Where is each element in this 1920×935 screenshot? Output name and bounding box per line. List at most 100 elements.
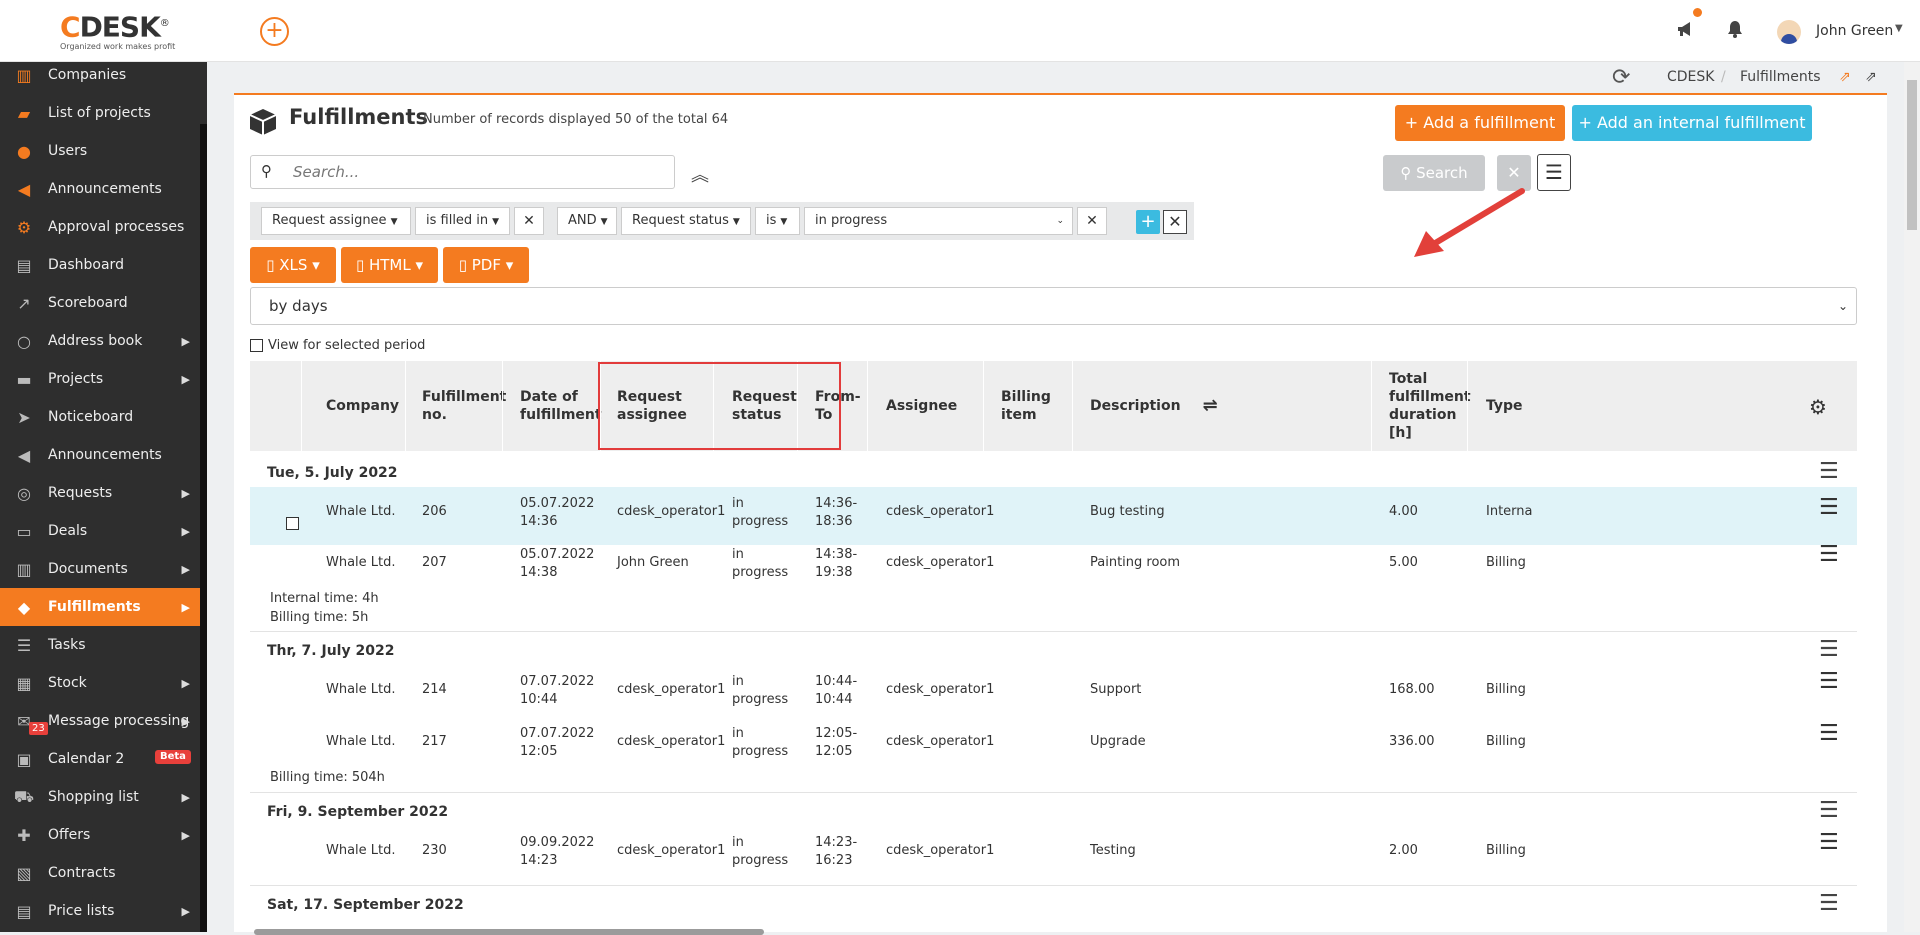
table-row[interactable]: Whale Ltd. 206 05.07.2022 14:36 cdesk_ope… xyxy=(250,487,1857,545)
filter-value-select[interactable]: in progress ⌄ xyxy=(804,207,1073,235)
bell-icon[interactable] xyxy=(1727,20,1743,43)
external-link-icon[interactable]: ⇗ xyxy=(1865,69,1877,85)
row-menu-icon[interactable]: ☰ xyxy=(1819,671,1839,693)
export-html-button[interactable]: ▯ HTML ▾ xyxy=(341,247,438,283)
col-assignee[interactable]: Assignee xyxy=(886,361,957,451)
sidebar-item-approval-processes[interactable]: ⚙ Approval processes xyxy=(0,208,200,246)
table-row[interactable]: Whale Ltd. 217 07.07.2022 12:05 cdesk_ope… xyxy=(250,717,1857,775)
sidebar-item-address-book[interactable]: ○ Address book ▶ xyxy=(0,322,200,360)
row-menu-icon[interactable]: ☰ xyxy=(1819,723,1839,745)
search-button[interactable]: ⚲ Search xyxy=(1383,155,1485,191)
add-fulfillment-button[interactable]: + Add a fulfillment xyxy=(1395,105,1565,141)
table-row[interactable]: Whale Ltd. 214 07.07.2022 10:44 cdesk_ope… xyxy=(250,665,1857,723)
sidebar-item-label: Stock xyxy=(48,675,87,691)
search-input[interactable] xyxy=(291,162,651,182)
view-selected-period-checkbox[interactable]: View for selected period xyxy=(250,338,425,353)
scrollbar-thumb[interactable] xyxy=(1907,80,1917,230)
row-menu-icon[interactable]: ☰ xyxy=(1819,798,1839,823)
row-menu-icon[interactable]: ☰ xyxy=(1819,497,1839,519)
add-filter-button[interactable]: + xyxy=(1136,210,1160,234)
sidebar-item-deals[interactable]: ▭ Deals ▶ xyxy=(0,512,200,550)
wrap-text-icon[interactable]: ⇌ xyxy=(1203,397,1218,415)
vertical-scrollbar[interactable] xyxy=(1904,62,1920,932)
remove-filter-button[interactable]: ✕ xyxy=(514,207,544,235)
close-filters-button[interactable]: ✕ xyxy=(1163,210,1187,234)
breadcrumb-item-cdesk[interactable]: CDESK xyxy=(1667,69,1714,85)
sidebar-item-contracts[interactable]: ▧ Contracts xyxy=(0,854,200,892)
remove-filter-button[interactable]: ✕ xyxy=(1077,207,1107,235)
sidebar-item-list-of-projects[interactable]: ▰ List of projects xyxy=(0,94,200,132)
sidebar-item-documents[interactable]: ▥ Documents ▶ xyxy=(0,550,200,588)
sidebar-item-calendar-2[interactable]: ▣ Calendar 2 Beta xyxy=(0,740,200,778)
export-xls-button[interactable]: ▯ XLS ▾ xyxy=(250,247,336,283)
sidebar-item-message-processing[interactable]: ✉ 23 Message processing ▶ xyxy=(0,702,200,740)
sidebar-item-fulfillments[interactable]: ◆ Fulfillments ▶ xyxy=(0,588,200,626)
sidebar-item-shopping-list[interactable]: ⛟ Shopping list ▶ xyxy=(0,778,200,816)
col-description[interactable]: Description ⇌ xyxy=(1090,361,1218,451)
col-fulfillment-no[interactable]: Fulfillment no. xyxy=(422,361,506,451)
user-icon: ● xyxy=(17,141,31,161)
horizontal-scrollbar[interactable] xyxy=(254,929,764,935)
col-type[interactable]: Type xyxy=(1486,361,1523,451)
sidebar-item-label: Scoreboard xyxy=(48,295,128,311)
cart-icon: ⛟ xyxy=(13,786,35,806)
menu-button[interactable]: ☰ xyxy=(1537,154,1571,191)
sidebar-item-offers[interactable]: ✚ Offers ▶ xyxy=(0,816,200,854)
add-internal-fulfillment-button[interactable]: + Add an internal fulfillment xyxy=(1572,105,1812,141)
chevron-down-icon[interactable]: ▼ xyxy=(1895,23,1903,34)
user-name[interactable]: John Green xyxy=(1816,23,1893,39)
col-date[interactable]: Date of fulfillment xyxy=(520,361,602,451)
chevron-right-icon: ▶ xyxy=(181,372,190,386)
col-company[interactable]: Company xyxy=(326,361,399,451)
megaphone-icon[interactable] xyxy=(1676,20,1696,43)
sidebar-item-announcements-2[interactable]: ◀ Announcements xyxy=(0,436,200,474)
sidebar-item-companies[interactable]: ▥ Companies xyxy=(0,62,200,94)
sidebar-item-announcements[interactable]: ◀ Announcements xyxy=(0,170,200,208)
search-field[interactable]: ⚲ xyxy=(250,155,675,189)
quick-add-button[interactable]: + xyxy=(260,17,289,46)
filter-field-select[interactable]: Request assignee ▼ xyxy=(261,207,411,235)
search-icon: ⚲ xyxy=(1400,164,1417,182)
period-select[interactable]: by days ⌄ xyxy=(250,287,1857,325)
sidebar-item-scoreboard[interactable]: ↗ Scoreboard xyxy=(0,284,200,322)
row-menu-icon[interactable]: ☰ xyxy=(1819,832,1839,854)
row-menu-icon[interactable]: ☰ xyxy=(1819,459,1839,484)
sidebar-item-tasks[interactable]: ☰ Tasks xyxy=(0,626,200,664)
sidebar-scrollbar[interactable] xyxy=(200,124,207,932)
clear-search-button[interactable]: ✕ xyxy=(1497,155,1531,191)
filter-field-select[interactable]: Request status ▼ xyxy=(621,207,751,235)
sidebar-item-users[interactable]: ● Users xyxy=(0,132,200,170)
sidebar-item-requests[interactable]: ◎ Requests ▶ xyxy=(0,474,200,512)
filter-operator-select[interactable]: is filled in ▼ xyxy=(415,207,510,235)
col-total-duration[interactable]: Total fulfillment duration [h] xyxy=(1389,361,1471,451)
sidebar-item-projects[interactable]: ▬ Projects ▶ xyxy=(0,360,200,398)
export-pdf-button[interactable]: ▯ PDF ▾ xyxy=(443,247,529,283)
sidebar-item-label: Fulfillments xyxy=(48,599,141,615)
refresh-icon[interactable]: ⟳ xyxy=(1612,65,1630,90)
col-billing-item[interactable]: Billing item xyxy=(1001,361,1051,451)
filter-operator-select[interactable]: is ▼ xyxy=(755,207,800,235)
logo[interactable]: CDESK® Organized work makes profit xyxy=(60,10,175,52)
collapse-filters-icon[interactable]: ︽ xyxy=(691,161,709,187)
row-menu-icon[interactable]: ☰ xyxy=(1819,891,1839,916)
breadcrumb-item-fulfillments[interactable]: Fulfillments xyxy=(1740,69,1821,85)
gear-icon[interactable]: ⚙ xyxy=(1809,395,1827,419)
table-row[interactable]: Whale Ltd. 230 09.09.2022 14:23 cdesk_ope… xyxy=(250,826,1857,884)
chevron-right-icon: ▶ xyxy=(181,714,190,728)
row-menu-icon[interactable]: ☰ xyxy=(1819,544,1839,566)
sidebar-item-noticeboard[interactable]: ➤ Noticeboard xyxy=(0,398,200,436)
checkbox[interactable] xyxy=(250,339,263,352)
sidebar-item-price-lists[interactable]: ▤ Price lists ▶ xyxy=(0,892,200,930)
main-content: ⟳ CDESK / Fulfillments ⇗ ⇗ Fulfillments … xyxy=(207,62,1920,935)
row-checkbox[interactable] xyxy=(286,517,299,530)
sidebar-item-dashboard[interactable]: ▤ Dashboard xyxy=(0,246,200,284)
filter-bar: Request assignee ▼ is filled in ▼ ✕ AND ▼ R… xyxy=(250,202,1194,240)
avatar[interactable] xyxy=(1777,20,1801,44)
row-menu-icon[interactable]: ☰ xyxy=(1819,637,1839,662)
sidebar-item-stock[interactable]: ▦ Stock ▶ xyxy=(0,664,200,702)
open-new-window-icon[interactable]: ⇗ xyxy=(1839,69,1851,85)
line-chart-icon: ↗ xyxy=(17,293,31,313)
filter-join-select[interactable]: AND ▼ xyxy=(557,207,617,235)
table-row[interactable]: Whale Ltd. 207 05.07.2022 14:38 John Gree… xyxy=(250,538,1857,596)
search-button-label: Search xyxy=(1416,164,1468,182)
